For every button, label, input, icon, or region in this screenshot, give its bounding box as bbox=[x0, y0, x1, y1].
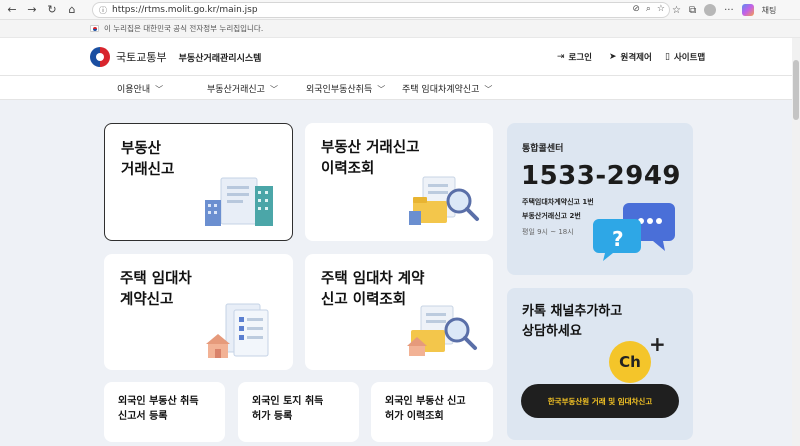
card-lease-report[interactable]: 주택 임대차 계약신고 bbox=[104, 254, 293, 370]
site-header: 국토교통부 부동산거래관리시스템 ⇥ 로그인 ➤ 원격제어 ▯ 사이트맵 bbox=[0, 38, 800, 76]
kakao-title: 카톡 채널추가하고 상담하세요 bbox=[522, 304, 623, 339]
nav-item-lease-report[interactable]: 주택 임대차계약신고 ﹀ bbox=[402, 82, 492, 95]
call-center-number: 1533-2949 bbox=[521, 161, 682, 191]
nav-item-foreign-acquisition[interactable]: 외국인부동산취득 ﹀ bbox=[306, 82, 385, 95]
ministry-name: 국토교통부 bbox=[116, 51, 167, 64]
card-title: 외국인 부동산 취득 신고서 등록 bbox=[118, 396, 199, 422]
kakao-channel-icon: Ch bbox=[609, 341, 651, 383]
login-link[interactable]: ⇥ 로그인 bbox=[557, 51, 592, 63]
kakao-channel-button[interactable]: 한국부동산원 거래 및 임대차신고 bbox=[521, 384, 679, 418]
address-bar[interactable]: ⓘ https://rtms.molit.go.kr/main.jsp ⊘ ⌕ … bbox=[92, 2, 670, 18]
site-logo[interactable]: 국토교통부 부동산거래관리시스템 bbox=[90, 47, 261, 67]
card-foreign-acquisition-register[interactable]: 외국인 부동산 취득 신고서 등록 bbox=[104, 382, 225, 442]
card-title: 외국인 부동산 신고 허가 이력조회 bbox=[385, 396, 466, 422]
card-title: 주택 임대차 계약신고 bbox=[120, 271, 192, 308]
sitemap-icon: ▯ bbox=[665, 52, 670, 62]
call-option-trade: 부동산거래신고 2번 bbox=[522, 212, 581, 220]
scroll-thumb[interactable] bbox=[793, 60, 799, 120]
remote-control-label: 원격제어 bbox=[620, 53, 652, 63]
nav-item-label: 주택 임대차계약신고 bbox=[402, 85, 480, 95]
kakao-channel-panel[interactable]: 카톡 채널추가하고 상담하세요 Ch + 한국부동산원 거래 및 임대차신고 bbox=[507, 288, 693, 440]
card-title: 부동산 거래신고 bbox=[121, 141, 175, 178]
copilot-icon[interactable] bbox=[741, 4, 754, 16]
block-icon[interactable]: ⊘ bbox=[632, 4, 640, 14]
sitemap-label: 사이트맵 bbox=[673, 53, 706, 63]
page-scrollbar[interactable] bbox=[792, 38, 800, 446]
chat-bubbles-icon: ? bbox=[593, 203, 675, 261]
nav-item-guide[interactable]: 이용안내 ﹀ bbox=[117, 82, 163, 95]
chevron-down-icon: ﹀ bbox=[269, 85, 278, 94]
buildings-document-icon bbox=[205, 177, 273, 226]
call-center-hours: 평일 9시 ~ 18시 bbox=[522, 228, 574, 236]
system-name: 부동산거래관리시스템 bbox=[178, 53, 262, 64]
card-trade-report[interactable]: 부동산 거래신고 bbox=[104, 123, 293, 241]
document-search-icon bbox=[409, 176, 479, 225]
nav-item-trade-report[interactable]: 부동산거래신고 ﹀ bbox=[207, 82, 278, 95]
call-option-lease: 주택임대차계약신고 1번 bbox=[522, 198, 594, 206]
home-icon[interactable]: ⌂ bbox=[62, 0, 82, 20]
gov-banner-text: 이 누리집은 대한민국 공식 전자정부 누리집입니다. bbox=[104, 24, 264, 33]
favorite-star-icon[interactable]: ☆ bbox=[657, 4, 665, 14]
card-lease-history[interactable]: 주택 임대차 계약 신고 이력조회 bbox=[305, 254, 493, 370]
chevron-down-icon: ﹀ bbox=[155, 85, 164, 94]
collections-icon[interactable]: ⧉ bbox=[689, 5, 696, 16]
nav-item-label: 외국인부동산취득 bbox=[306, 85, 373, 95]
forward-icon[interactable]: → bbox=[22, 0, 42, 20]
browser-right-tools: ☆ ⧉ ··· 채팅 bbox=[672, 0, 776, 20]
card-trade-history[interactable]: 부동산 거래신고 이력조회 bbox=[305, 123, 493, 241]
reload-icon[interactable]: ↻ bbox=[42, 0, 62, 20]
korean-flag-icon bbox=[90, 25, 99, 32]
more-icon[interactable]: ··· bbox=[724, 5, 734, 16]
call-center-label: 통합콜센터 bbox=[522, 144, 564, 154]
gov-banner: 이 누리집은 대한민국 공식 전자정부 누리집입니다. bbox=[0, 20, 800, 38]
folder-search-icon bbox=[407, 305, 477, 356]
call-center-panel: 통합콜센터 1533-2949 주택임대차계약신고 1번 부동산거래신고 2번 … bbox=[507, 123, 693, 275]
card-title: 부동산 거래신고 이력조회 bbox=[321, 140, 420, 177]
login-label: 로그인 bbox=[568, 53, 593, 63]
checklist-house-icon bbox=[206, 303, 269, 358]
card-foreign-land-permit[interactable]: 외국인 토지 취득 허가 등록 bbox=[238, 382, 359, 442]
nav-item-label: 부동산거래신고 bbox=[207, 85, 265, 95]
copilot-label[interactable]: 채팅 bbox=[762, 5, 777, 16]
site-info-icon[interactable]: ⓘ bbox=[99, 5, 107, 16]
chevron-down-icon: ﹀ bbox=[377, 85, 386, 94]
card-title: 외국인 토지 취득 허가 등록 bbox=[252, 396, 324, 422]
chevron-down-icon: ﹀ bbox=[484, 85, 493, 94]
card-foreign-history[interactable]: 외국인 부동산 신고 허가 이력조회 bbox=[371, 382, 493, 442]
profile-avatar[interactable] bbox=[704, 4, 717, 16]
plus-icon: + bbox=[649, 332, 666, 356]
cursor-icon: ➤ bbox=[609, 52, 617, 62]
back-icon[interactable]: ← bbox=[2, 0, 22, 20]
url-text[interactable]: https://rtms.molit.go.kr/main.jsp bbox=[112, 5, 258, 15]
svg-text:?: ? bbox=[612, 227, 624, 251]
nav-item-label: 이용안내 bbox=[117, 85, 151, 95]
main-nav: 이용안내 ﹀ 부동산거래신고 ﹀ 외국인부동산취득 ﹀ 주택 임대차계약신고 ﹀ bbox=[0, 76, 800, 100]
login-icon: ⇥ bbox=[557, 52, 565, 62]
government-emblem-icon bbox=[90, 47, 110, 67]
favorites-icon[interactable]: ☆ bbox=[672, 5, 681, 16]
zoom-icon[interactable]: ⌕ bbox=[646, 4, 651, 14]
remote-control-link[interactable]: ➤ 원격제어 bbox=[609, 51, 652, 63]
sitemap-link[interactable]: ▯ 사이트맵 bbox=[665, 51, 705, 63]
